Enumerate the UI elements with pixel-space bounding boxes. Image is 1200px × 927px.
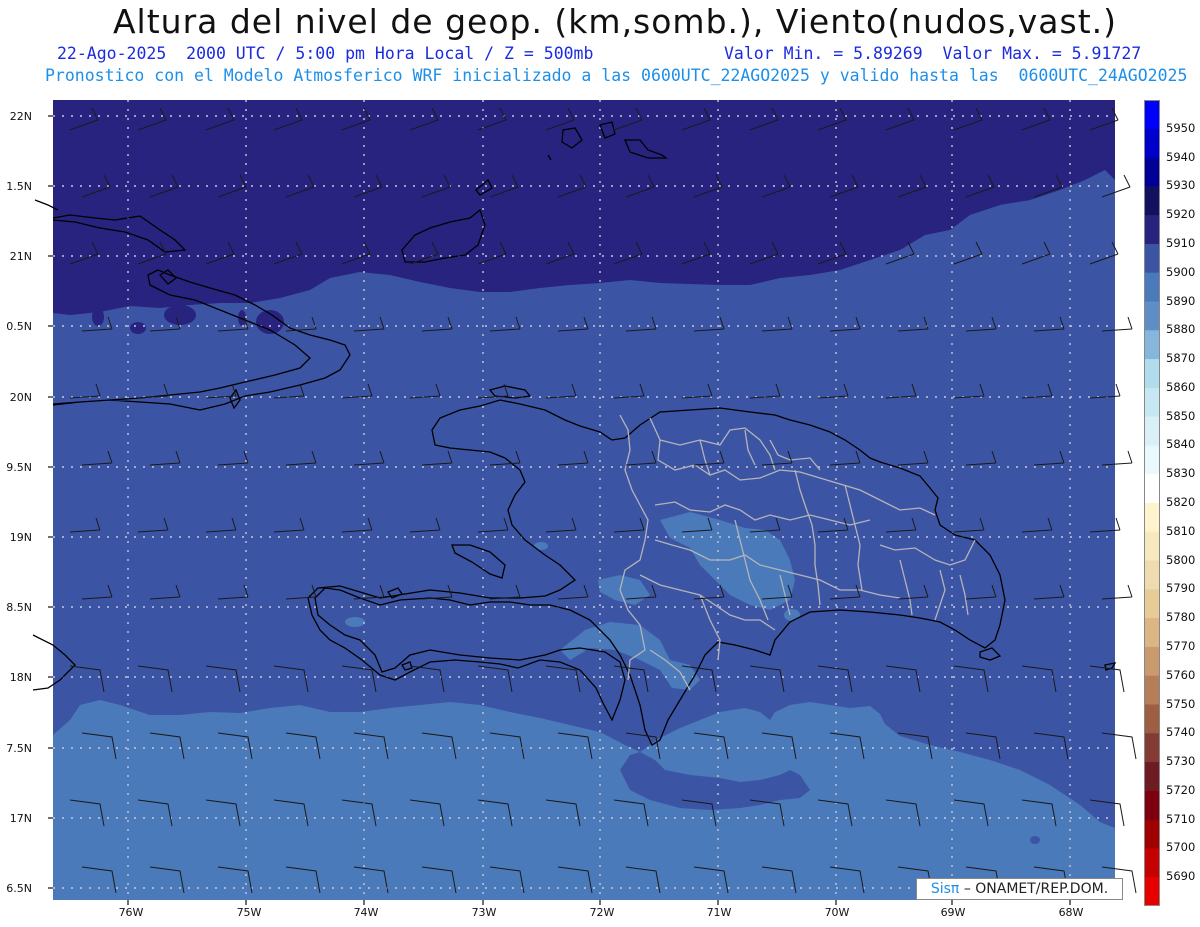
colorbar-label: 5850 (1166, 408, 1196, 423)
colorbar-label: 5880 (1166, 322, 1196, 337)
lat-label-19-5n: 9.5N (6, 461, 32, 474)
colorbar-swatch (1144, 819, 1160, 849)
sispi-logo-text: Sisπ (930, 881, 960, 897)
colorbar-label: 5940 (1166, 149, 1196, 164)
colorbar-swatch (1144, 301, 1160, 331)
colorbar (1144, 100, 1160, 906)
colorbar-swatch (1144, 790, 1160, 821)
colorbar-swatch (1144, 848, 1160, 878)
lon-label-70w: 70W (824, 906, 850, 919)
colorbar-swatch (1144, 675, 1160, 705)
colorbar-swatch (1144, 359, 1160, 389)
colorbar-label: 5870 (1166, 351, 1196, 366)
colorbar-swatch (1144, 531, 1160, 562)
field-blob (345, 617, 365, 627)
field-blob (164, 305, 196, 325)
lat-label-22n: 22N (9, 110, 32, 123)
colorbar-label: 5690 (1166, 869, 1196, 884)
colorbar-label: 5710 (1166, 811, 1196, 826)
colorbar-label: 5780 (1166, 610, 1196, 625)
lon-label-71w: 71W (706, 906, 732, 919)
colorbar-label: 5930 (1166, 178, 1196, 193)
colorbar-swatch (1144, 474, 1160, 504)
colorbar-swatch (1144, 215, 1160, 245)
geopotential-map (32, 100, 1137, 905)
lat-label-21n: 21N (9, 250, 32, 263)
lon-label-69w: 69W (940, 906, 966, 919)
lon-label-73w: 73W (471, 906, 497, 919)
colorbar-label: 5770 (1166, 638, 1196, 653)
lon-label-76w: 76W (118, 906, 144, 919)
colorbar-label: 5900 (1166, 264, 1196, 279)
colorbar-swatch (1144, 704, 1160, 734)
colorbar-label: 5820 (1166, 495, 1196, 509)
field-blob (1030, 836, 1040, 844)
lat-label-19n: 19N (9, 531, 32, 544)
colorbar-label: 5920 (1166, 207, 1196, 222)
credit-text: – ONAMET/REP.DOM. (963, 881, 1109, 897)
colorbar-swatch (1144, 330, 1160, 360)
colorbar-swatch (1144, 100, 1160, 130)
lat-label-17n: 17N (9, 812, 32, 825)
colorbar-label: 5750 (1166, 696, 1196, 711)
lon-label-74w: 74W (353, 906, 379, 919)
lat-label-20-5n: 0.5N (6, 320, 32, 333)
colorbar-label: 5740 (1166, 725, 1196, 740)
colorbar-label: 5800 (1166, 552, 1196, 567)
credit-box: Sisπ – ONAMET/REP.DOM. (916, 878, 1123, 900)
colorbar-swatch (1144, 157, 1160, 187)
colorbar-label: 5840 (1166, 437, 1196, 452)
colorbar-swatch (1144, 243, 1160, 274)
colorbar-swatch (1144, 387, 1160, 418)
colorbar-label: 5810 (1166, 523, 1196, 538)
colorbar-label: 5700 (1166, 840, 1196, 855)
colorbar-swatch (1144, 503, 1160, 533)
colorbar-label: 5860 (1166, 379, 1196, 394)
colorbar-label: 5950 (1166, 120, 1196, 135)
lat-label-18n: 18N (9, 671, 32, 684)
colorbar-swatch (1144, 646, 1160, 677)
colorbar-swatch (1144, 762, 1160, 792)
lat-label-16-5n: 6.5N (6, 882, 32, 895)
lon-label-68w: 68W (1058, 906, 1084, 919)
colorbar-label: 5730 (1166, 754, 1196, 769)
colorbar-swatch (1144, 733, 1160, 763)
colorbar-swatch (1144, 589, 1160, 619)
colorbar-label: 5790 (1166, 581, 1196, 596)
lat-label-18-5n: 8.5N (6, 601, 32, 614)
colorbar-swatch (1144, 877, 1160, 906)
colorbar-swatch (1144, 272, 1160, 302)
colorbar-swatch (1144, 416, 1160, 446)
lon-label-75w: 75W (236, 906, 262, 919)
lat-label-21-5n: 1.5N (6, 180, 32, 193)
field-blob (130, 322, 146, 334)
colorbar-label: 5830 (1166, 466, 1196, 481)
colorbar-label: 5720 (1166, 782, 1196, 797)
colorbar-label: 5890 (1166, 293, 1196, 308)
colorbar-swatch (1144, 560, 1160, 590)
lat-label-20n: 20N (9, 391, 32, 404)
field-blob (784, 609, 800, 621)
colorbar-label: 5760 (1166, 667, 1196, 682)
field-blob (92, 308, 104, 326)
colorbar-label: 5910 (1166, 235, 1196, 250)
colorbar-swatch (1144, 186, 1160, 216)
colorbar-swatch (1144, 128, 1160, 159)
lon-label-72w: 72W (589, 906, 615, 919)
lat-label-17-5n: 7.5N (6, 742, 32, 755)
colorbar-swatch (1144, 618, 1160, 648)
colorbar-swatch (1144, 445, 1160, 475)
